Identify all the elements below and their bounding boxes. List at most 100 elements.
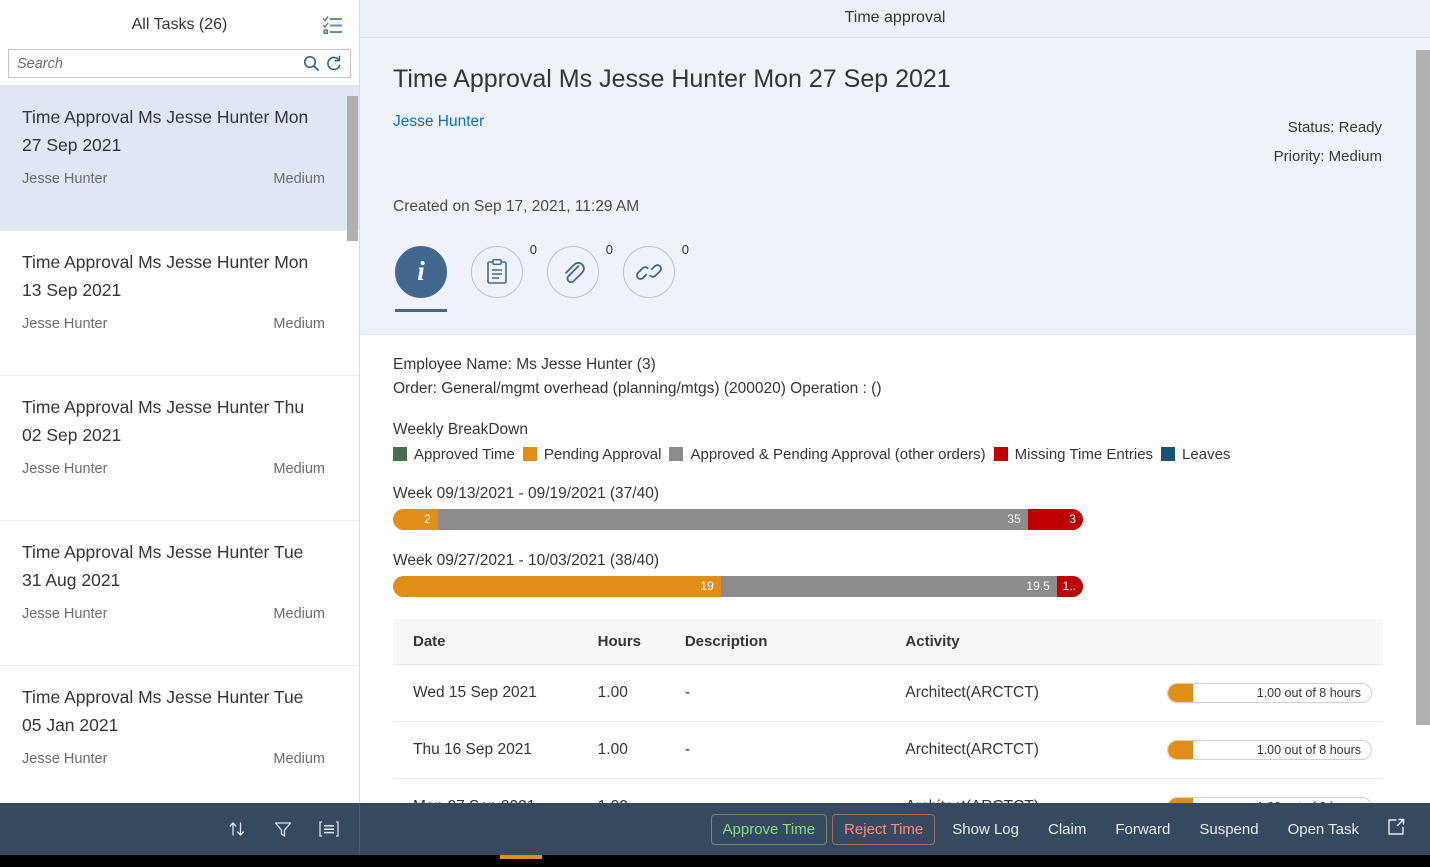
weekly-breakdown-title: Weekly BreakDown: [393, 420, 528, 438]
stacked-bar: 19 19.5 1..: [393, 575, 1083, 597]
cell-hours: 1.00: [577, 721, 665, 779]
footer-actions: Approve Time Reject Time Show Log Claim …: [360, 811, 1430, 847]
legend-label: Pending Approval: [543, 445, 662, 463]
table-row[interactable]: Thu 16 Sep 2021 1.00 - Architect(ARCTCT)…: [393, 721, 1383, 779]
footer-toolbar: Approve Time Reject Time Show Log Claim …: [0, 803, 1430, 855]
task-list-scrollbar[interactable]: [347, 96, 358, 242]
task-owner: Jesse Hunter: [22, 605, 108, 622]
task-priority: Medium: [273, 460, 325, 477]
list-item[interactable]: Time Approval Ms Jesse Hunter Tue 05 Jan…: [0, 666, 359, 803]
task-owner: Jesse Hunter: [22, 315, 108, 332]
claim-button[interactable]: Claim: [1036, 814, 1098, 845]
list-item[interactable]: Time Approval Ms Jesse Hunter Mon 13 Sep…: [0, 231, 359, 377]
taskbar-active-indicator: [500, 855, 542, 859]
detail-content: Employee Name: Ms Jesse Hunter (3) Order…: [360, 334, 1430, 803]
column-header-description[interactable]: Description: [664, 618, 886, 665]
show-log-button[interactable]: Show Log: [940, 814, 1031, 845]
hours-progress-label: 1.00 out of 8 hours: [1256, 742, 1361, 757]
column-header-date[interactable]: Date: [393, 618, 578, 665]
priority-badge: Priority: Medium: [1273, 148, 1382, 166]
hours-progress-fill: [1168, 683, 1194, 702]
refresh-icon[interactable]: [322, 53, 344, 75]
legend-swatch-other-orders: [669, 447, 684, 462]
hours-progress-bar: 1.00 out of 8 hours: [1167, 739, 1372, 760]
list-item[interactable]: Time Approval Ms Jesse Hunter Mon 27 Sep…: [0, 86, 359, 232]
legend-swatch-missing-entries: [993, 447, 1008, 462]
info-icon: i: [417, 256, 425, 287]
paperclip-icon-circle: [547, 245, 599, 298]
sort-icon[interactable]: [225, 817, 249, 841]
open-in-new-window-icon[interactable]: [1376, 811, 1416, 847]
cell-date: Wed 15 Sep 2021: [393, 664, 578, 722]
search-box[interactable]: [8, 49, 351, 79]
cell-activity: Architect(ARCTCT): [885, 778, 1147, 803]
legend-item: Approved & Pending Approval (other order…: [669, 446, 986, 463]
approve-time-button[interactable]: Approve Time: [710, 813, 828, 845]
bar-segment-missing: 1..: [1056, 575, 1083, 597]
task-owner: Jesse Hunter: [22, 460, 108, 477]
suspend-button[interactable]: Suspend: [1187, 814, 1270, 845]
week-breakdown-bar: Week 09/13/2021 - 09/19/2021 (37/40) 2 3…: [393, 485, 1430, 530]
main-body: All Tasks (26) Search Time Approval Ms J…: [0, 0, 1430, 803]
table-body: Wed 15 Sep 2021 1.00 - Architect(ARCTCT)…: [393, 664, 1383, 803]
column-header-progress: [1147, 618, 1383, 665]
cell-activity: Architect(ARCTCT): [885, 721, 1147, 779]
stacked-bar: 2 35 3: [393, 508, 1083, 530]
task-priority: Medium: [273, 605, 325, 622]
requester-link[interactable]: Jesse Hunter: [393, 113, 484, 172]
week-label: Week 09/27/2021 - 10/03/2021 (38/40): [393, 551, 659, 569]
table-row[interactable]: Mon 27 Sep 2021 1.00 - Architect(ARCTCT)…: [393, 778, 1383, 803]
hours-progress-fill: [1168, 740, 1194, 759]
legend-label: Missing Time Entries: [1014, 445, 1154, 463]
status-badge: Status: Ready: [1287, 119, 1382, 137]
status-block: Status: Ready Priority: Medium: [1274, 113, 1382, 172]
open-task-button[interactable]: Open Task: [1276, 814, 1371, 845]
cell-date: Thu 16 Sep 2021: [393, 721, 578, 779]
forward-button[interactable]: Forward: [1103, 814, 1182, 845]
task-list-title: All Tasks (26): [131, 15, 228, 33]
chain-link-icon: [636, 263, 662, 280]
group-icon[interactable]: [317, 817, 341, 841]
list-item[interactable]: Time Approval Ms Jesse Hunter Thu 02 Sep…: [0, 376, 359, 522]
list-item[interactable]: Time Approval Ms Jesse Hunter Tue 31 Aug…: [0, 521, 359, 667]
multi-select-list-icon[interactable]: [321, 13, 345, 37]
detail-scrollbar[interactable]: [1416, 50, 1430, 725]
tab-notes[interactable]: 0: [471, 242, 537, 312]
column-header-activity[interactable]: Activity: [885, 618, 1147, 665]
tab-attachments[interactable]: 0: [547, 242, 613, 312]
footer-list-tools: [0, 803, 360, 855]
info-icon-circle: i: [395, 245, 447, 298]
hours-progress-label: 1.00 out of 8 hours: [1256, 685, 1361, 700]
table-header: Date Hours Description Activity: [393, 618, 1383, 665]
table-header-row: Date Hours Description Activity: [393, 618, 1383, 665]
legend-label: Approved Time: [414, 445, 515, 463]
task-title: Time Approval Ms Jesse Hunter Thu 02 Sep…: [22, 397, 305, 445]
tab-links[interactable]: 0: [623, 242, 689, 312]
task-list-panel: All Tasks (26) Search Time Approval Ms J…: [0, 0, 360, 803]
column-header-hours[interactable]: Hours: [577, 618, 665, 665]
cell-hours: 1.00: [577, 664, 665, 722]
cell-activity: Architect(ARCTCT): [885, 664, 1147, 722]
cell-description: -: [664, 778, 886, 803]
search-icon[interactable]: [300, 53, 322, 75]
cell-date: Mon 27 Sep 2021: [393, 778, 578, 803]
bar-segment-pending: 19: [393, 575, 721, 597]
task-list[interactable]: Time Approval Ms Jesse Hunter Mon 27 Sep…: [0, 85, 359, 803]
notes-count-badge: 0: [529, 241, 537, 257]
task-detail-panel: Time approval Time Approval Ms Jesse Hun…: [360, 0, 1430, 803]
search-input[interactable]: [17, 55, 300, 72]
application-window: All Tasks (26) Search Time Approval Ms J…: [0, 0, 1430, 867]
tab-info[interactable]: i: [395, 245, 447, 312]
reject-time-button[interactable]: Reject Time: [832, 813, 936, 845]
detail-window-title: Time approval: [360, 0, 1430, 38]
filter-icon[interactable]: [271, 817, 295, 841]
task-title: Time Approval Ms Jesse Hunter Tue 05 Jan…: [22, 687, 304, 735]
time-entries-table: Date Hours Description Activity Wed 15 S…: [393, 618, 1383, 803]
detail-header: Time Approval Ms Jesse Hunter Mon 27 Sep…: [360, 37, 1430, 335]
table-row[interactable]: Wed 15 Sep 2021 1.00 - Architect(ARCTCT)…: [393, 664, 1383, 722]
search-area: [0, 49, 359, 79]
task-title: Time Approval Ms Jesse Hunter Mon 13 Sep…: [22, 252, 309, 300]
cell-description: -: [664, 721, 886, 779]
task-owner: Jesse Hunter: [22, 170, 108, 187]
legend-label: Leaves: [1182, 445, 1231, 463]
